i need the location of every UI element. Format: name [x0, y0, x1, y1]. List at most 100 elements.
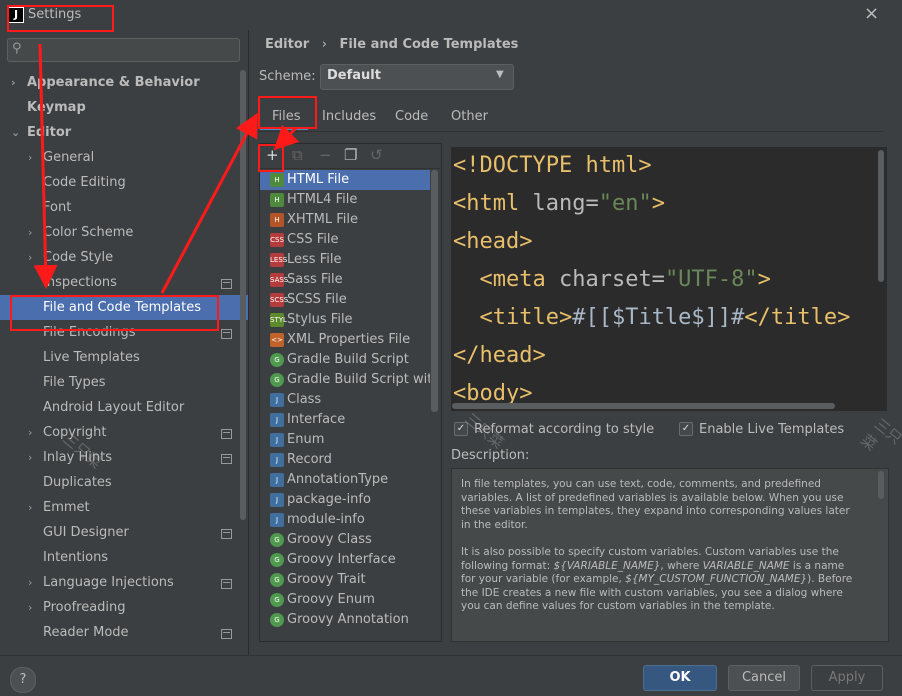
search-input[interactable]: [7, 38, 240, 62]
copy-template-button[interactable]: ⧉: [292, 146, 303, 164]
tab-other[interactable]: Other: [451, 109, 488, 124]
template-list-item[interactable]: H HTML4 File: [260, 190, 430, 210]
template-list-item[interactable]: CSS CSS File: [260, 230, 430, 250]
template-list-item[interactable]: G Groovy Trait: [260, 570, 430, 590]
sidebar-item-label: Language Injections: [43, 575, 174, 590]
cancel-button[interactable]: Cancel: [728, 665, 800, 691]
template-list-item[interactable]: J Enum: [260, 430, 430, 450]
sidebar-item[interactable]: Reader Mode: [0, 620, 248, 645]
template-list-item[interactable]: G Groovy Annotation: [260, 610, 430, 630]
help-button[interactable]: ?: [10, 667, 36, 693]
sidebar-item[interactable]: › Copyright: [0, 420, 248, 445]
template-list-item[interactable]: SASS Sass File: [260, 270, 430, 290]
template-name: SCSS File: [287, 292, 347, 307]
sidebar-item[interactable]: › Color Scheme: [0, 220, 248, 245]
breadcrumb-root[interactable]: Editor: [265, 37, 309, 52]
template-list-item[interactable]: J Record: [260, 450, 430, 470]
code-token: </head>: [453, 343, 546, 368]
template-name: Enum: [287, 432, 325, 447]
sidebar-item[interactable]: Font: [0, 195, 248, 220]
chevron-right-icon[interactable]: ›: [28, 420, 38, 445]
live-templates-checkbox[interactable]: ✓: [679, 422, 693, 436]
chevron-down-icon[interactable]: ⌄: [11, 120, 21, 145]
template-list-item[interactable]: G Groovy Interface: [260, 550, 430, 570]
sidebar-item[interactable]: GUI Designer: [0, 520, 248, 545]
sidebar-item[interactable]: File Types: [0, 370, 248, 395]
template-list-item[interactable]: G Groovy Class: [260, 530, 430, 550]
file-type-icon: LESS: [270, 253, 287, 267]
template-list-item[interactable]: H XHTML File: [260, 210, 430, 230]
sidebar-item-label: Appearance & Behavior: [27, 75, 200, 90]
editor-horizontal-scrollbar[interactable]: [452, 403, 835, 409]
template-list-item[interactable]: G Groovy Enum: [260, 590, 430, 610]
sidebar-item[interactable]: Intentions: [0, 545, 248, 570]
template-name: Gradle Build Script: [287, 352, 409, 367]
chevron-right-icon[interactable]: ›: [28, 220, 38, 245]
chevron-right-icon[interactable]: ›: [28, 445, 38, 470]
code-token: <meta: [453, 267, 559, 292]
duplicate-template-button[interactable]: ❐: [344, 146, 357, 164]
file-type-icon: J: [270, 513, 284, 527]
description-scrollbar[interactable]: [878, 471, 884, 499]
breadcrumb-page: File and Code Templates: [339, 37, 519, 52]
template-list-item[interactable]: J Class: [260, 390, 430, 410]
template-list-item[interactable]: SCSS SCSS File: [260, 290, 430, 310]
sidebar-item[interactable]: ⌄ Editor: [0, 120, 248, 145]
close-icon[interactable]: ×: [864, 3, 879, 24]
sidebar-item[interactable]: › General: [0, 145, 248, 170]
file-type-icon: J: [270, 493, 284, 507]
template-code-editor[interactable]: <!DOCTYPE html> <html lang="en"> <head> <m…: [451, 147, 887, 411]
tab-includes[interactable]: Includes: [322, 109, 376, 124]
code-token: "en": [598, 191, 652, 216]
code-token: <head>: [453, 229, 533, 254]
toolbar-divider: [260, 168, 440, 169]
sidebar-scrollbar[interactable]: [240, 70, 246, 520]
template-name: module-info: [287, 512, 365, 527]
remove-template-button[interactable]: −: [319, 146, 332, 164]
editor-vertical-scrollbar[interactable]: [878, 150, 884, 282]
sidebar-item[interactable]: Inspections: [0, 270, 248, 295]
file-type-icon: G: [270, 373, 284, 387]
template-list-item[interactable]: GGradle Build Script with wrapper: [260, 370, 430, 390]
template-list-item[interactable]: <> XML Properties File: [260, 330, 430, 350]
chevron-right-icon[interactable]: ›: [28, 495, 38, 520]
sidebar-item[interactable]: Code Editing: [0, 170, 248, 195]
sidebar-item[interactable]: Keymap: [0, 95, 248, 120]
chevron-right-icon[interactable]: ›: [28, 570, 38, 595]
file-type-icon: J: [270, 453, 284, 467]
file-type-icon: G: [270, 353, 284, 367]
template-list-item[interactable]: LESS Less File: [260, 250, 430, 270]
code-token: "UTF-8": [664, 267, 758, 292]
sidebar-item[interactable]: Android Layout Editor: [0, 395, 248, 420]
code-line: <title>#[[$Title$]]#</title>: [453, 305, 850, 330]
chevron-right-icon[interactable]: ›: [28, 595, 38, 620]
sidebar-item[interactable]: › Appearance & Behavior: [0, 70, 248, 95]
sidebar-item[interactable]: › Code Style: [0, 245, 248, 270]
template-name: Sass File: [287, 272, 343, 287]
description-label: Description:: [451, 448, 530, 463]
scheme-value: Default: [327, 68, 381, 83]
sidebar-item[interactable]: › Proofreading: [0, 595, 248, 620]
template-list-item[interactable]: G Gradle Build Script: [260, 350, 430, 370]
template-list-item[interactable]: Jmodule-info: [260, 510, 430, 530]
chevron-right-icon[interactable]: ›: [28, 145, 38, 170]
chevron-right-icon[interactable]: ›: [11, 70, 21, 95]
ok-button[interactable]: OK: [643, 665, 717, 691]
tab-code[interactable]: Code: [395, 109, 428, 124]
template-list-item[interactable]: STYL Stylus File: [260, 310, 430, 330]
template-list-item[interactable]: H HTML File: [260, 170, 430, 190]
template-list-scrollbar[interactable]: [431, 170, 438, 412]
template-list-item[interactable]: J AnnotationType: [260, 470, 430, 490]
project-scope-icon: [221, 279, 232, 289]
template-list-item[interactable]: J Interface: [260, 410, 430, 430]
sidebar-item[interactable]: › Emmet: [0, 495, 248, 520]
sidebar-item-label: Editor: [27, 125, 72, 140]
chevron-right-icon[interactable]: ›: [28, 245, 38, 270]
sidebar-item[interactable]: Live Templates: [0, 345, 248, 370]
reset-template-button[interactable]: ↺: [370, 146, 383, 164]
sidebar-item[interactable]: › Language Injections: [0, 570, 248, 595]
sidebar-item[interactable]: › Inlay Hints: [0, 445, 248, 470]
template-list-item[interactable]: Jpackage-info: [260, 490, 430, 510]
sidebar-item[interactable]: Duplicates: [0, 470, 248, 495]
apply-button[interactable]: Apply: [811, 665, 883, 691]
